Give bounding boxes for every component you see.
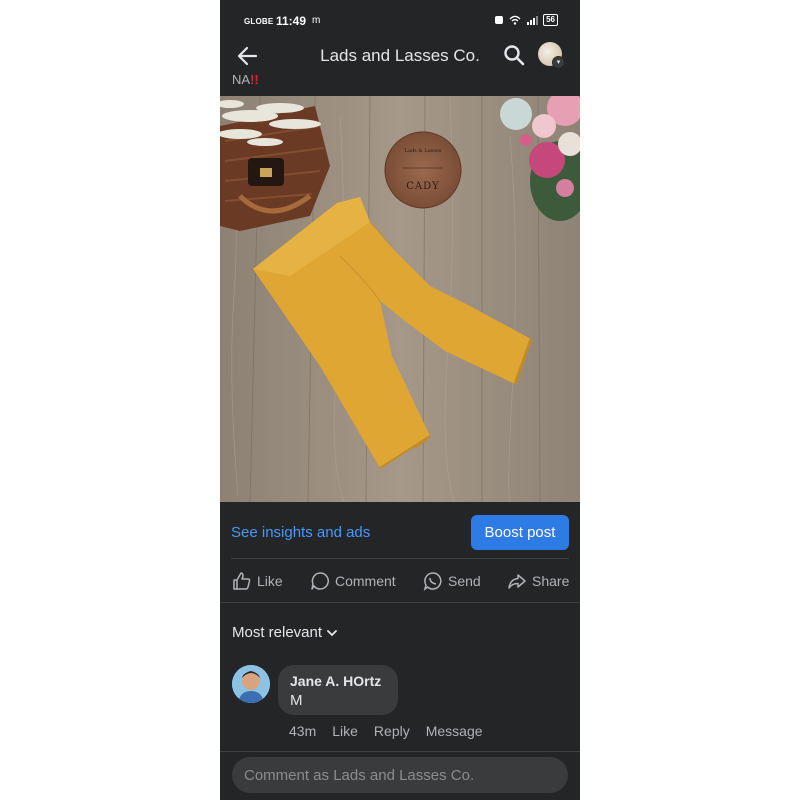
sign-text: CADY bbox=[406, 181, 440, 192]
share-label: Share bbox=[532, 573, 570, 589]
comment-sort-dropdown[interactable]: Most relevant bbox=[232, 624, 338, 641]
comment-reply-link[interactable]: Reply bbox=[374, 723, 410, 739]
sort-label: Most relevant bbox=[232, 624, 323, 641]
post-actions-bar: Like Comment Send Share bbox=[220, 566, 580, 596]
thumbs-up-icon bbox=[233, 572, 251, 590]
brand-sign: Lads & Lasses CADY bbox=[384, 131, 462, 209]
comment-like-link[interactable]: Like bbox=[332, 723, 358, 739]
profile-avatar[interactable]: ▾ bbox=[538, 42, 565, 69]
comment-icon bbox=[311, 572, 329, 590]
app-header: Lads and Lasses Co. ▾ bbox=[220, 36, 580, 76]
comment-text: M bbox=[290, 692, 303, 709]
comment-message-link[interactable]: Message bbox=[426, 723, 483, 739]
search-icon[interactable] bbox=[502, 43, 526, 67]
chevron-down-icon bbox=[327, 629, 337, 636]
status-time: 11:49 bbox=[276, 14, 307, 28]
send-button[interactable]: Send bbox=[423, 566, 481, 596]
like-label: Like bbox=[257, 573, 283, 589]
share-button[interactable]: Share bbox=[507, 566, 569, 596]
comment-bubble: Jane A. HOrtz M bbox=[278, 665, 398, 715]
comment-author[interactable]: Jane A. HOrtz bbox=[290, 673, 381, 689]
alarm-icon bbox=[495, 16, 504, 24]
status-indicators: m bbox=[312, 15, 321, 26]
battery-indicator: 56 bbox=[543, 14, 558, 26]
whatsapp-icon bbox=[423, 572, 442, 591]
post-caption: NA!! bbox=[232, 72, 259, 87]
boost-post-button[interactable]: Boost post bbox=[471, 515, 569, 550]
status-icons: 56 bbox=[494, 14, 558, 26]
svg-text:Lads & Lasses: Lads & Lasses bbox=[405, 148, 442, 154]
signal-icon bbox=[527, 16, 539, 25]
page-title: Lads and Lasses Co. bbox=[320, 46, 480, 65]
comment-label: Comment bbox=[335, 573, 396, 589]
divider bbox=[220, 751, 580, 752]
divider bbox=[231, 558, 569, 559]
avatar-photo bbox=[232, 665, 270, 703]
post-photo[interactable]: Lads & Lasses CADY bbox=[220, 96, 580, 502]
comment-input[interactable] bbox=[232, 757, 568, 793]
phone-screen: GLOBE 11:49 m 56 Lads and Lasses Co. ▾ N… bbox=[220, 0, 580, 800]
divider bbox=[220, 602, 580, 603]
share-icon bbox=[508, 574, 526, 589]
see-insights-link[interactable]: See insights and ads bbox=[231, 524, 370, 541]
caption-text: NA bbox=[232, 72, 251, 87]
comment-time: 43m bbox=[289, 723, 317, 739]
chevron-down-icon: ▾ bbox=[552, 56, 565, 69]
carrier-label: GLOBE bbox=[244, 17, 274, 26]
comment-meta: 43m Like Reply Message bbox=[289, 723, 483, 739]
comment-button[interactable]: Comment bbox=[310, 566, 396, 596]
caption-emoji: !! bbox=[250, 72, 259, 87]
send-label: Send bbox=[448, 573, 481, 589]
commenter-avatar[interactable] bbox=[232, 665, 270, 703]
wifi-icon bbox=[509, 15, 521, 25]
like-button[interactable]: Like bbox=[232, 566, 283, 596]
